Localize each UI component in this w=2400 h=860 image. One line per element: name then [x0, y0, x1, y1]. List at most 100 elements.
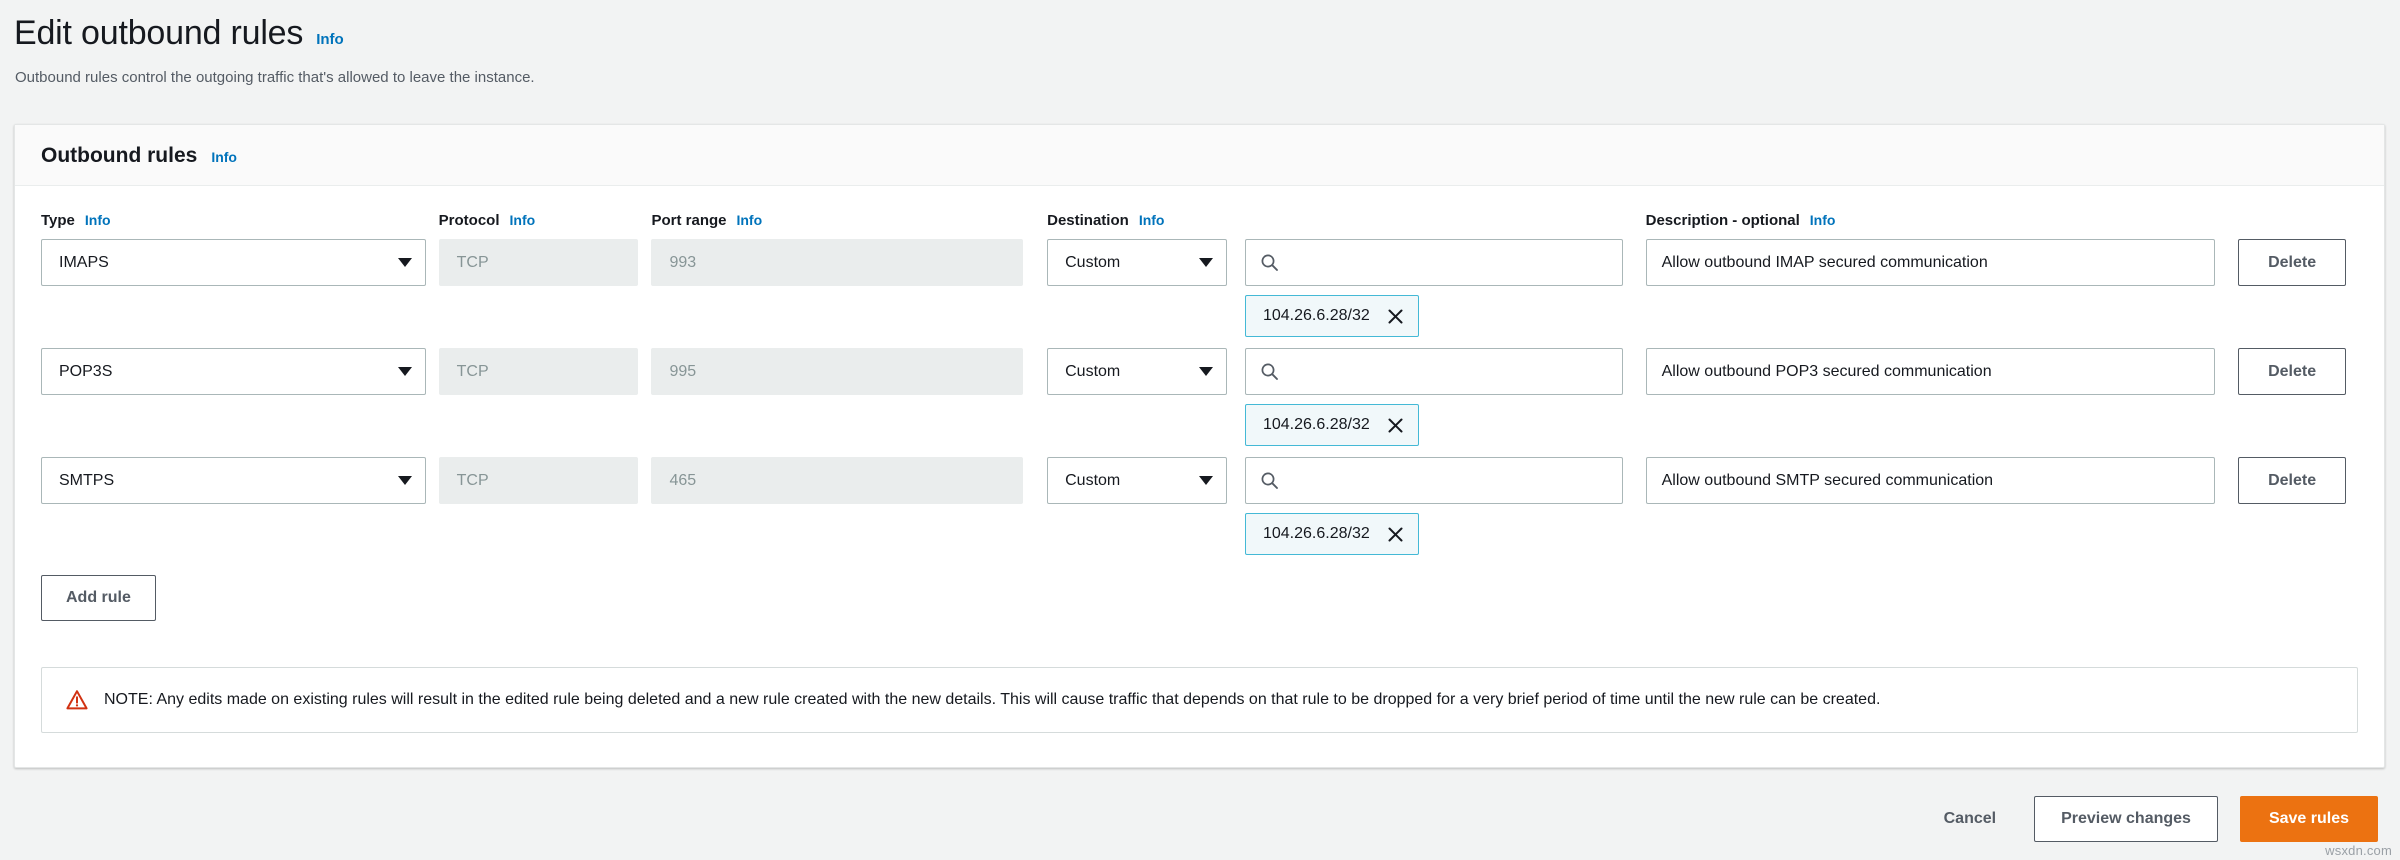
destination-token[interactable]: 104.26.6.28/32: [1245, 404, 1419, 446]
outbound-rules-panel: Outbound rules Info Type Info Protocol I…: [14, 124, 2385, 768]
rule-port-range-input: 993: [651, 239, 1023, 286]
search-icon: [1260, 362, 1279, 381]
column-header-destination-info-link[interactable]: Info: [1139, 212, 1165, 228]
chevron-down-icon: [1199, 476, 1213, 485]
destination-search-input[interactable]: [1245, 239, 1623, 286]
rule-protocol-value: TCP: [457, 363, 489, 381]
rule-type-value: SMTPS: [59, 472, 114, 490]
chevron-down-icon: [1199, 258, 1213, 267]
rule-type-value: POP3S: [59, 363, 112, 381]
rule-destination-search-field: 104.26.6.28/32: [1245, 348, 1623, 446]
column-header-type-info-link[interactable]: Info: [85, 212, 111, 228]
note-text: NOTE: Any edits made on existing rules w…: [104, 690, 1880, 711]
chevron-down-icon: [1199, 367, 1213, 376]
rule-destination-kind-value: Custom: [1065, 254, 1120, 272]
rule-port-range-input: 465: [651, 457, 1023, 504]
table-row: POP3S TCP 995 Custom: [41, 348, 2358, 446]
rule-delete-cell: Delete: [2238, 457, 2358, 504]
delete-rule-button[interactable]: Delete: [2238, 348, 2346, 395]
rule-protocol-field: TCP: [439, 457, 639, 504]
destination-search-input[interactable]: [1245, 457, 1623, 504]
column-header-port-range-label: Port range: [651, 212, 726, 229]
rule-destination-kind-select[interactable]: Custom: [1047, 457, 1227, 504]
rule-description-input[interactable]: Allow outbound POP3 secured communicatio…: [1646, 348, 2215, 395]
footer-actions: Cancel Preview changes Save rules: [1928, 796, 2378, 842]
column-header-protocol-info-link[interactable]: Info: [510, 212, 536, 228]
delete-rule-button[interactable]: Delete: [2238, 457, 2346, 504]
rule-description-field: Allow outbound IMAP secured communicatio…: [1646, 239, 2215, 286]
column-header-port-range: Port range Info: [651, 212, 1023, 229]
close-icon[interactable]: [1387, 308, 1404, 325]
search-icon: [1260, 253, 1279, 272]
rule-port-range-field: 993: [651, 239, 1023, 286]
page-title-row: Edit outbound rules Info: [14, 14, 2400, 53]
rule-description-input[interactable]: Allow outbound IMAP secured communicatio…: [1646, 239, 2215, 286]
table-row: SMTPS TCP 465 Custom: [41, 457, 2358, 555]
add-rule-row: Add rule: [41, 575, 2358, 627]
page-title-info-link[interactable]: Info: [316, 31, 344, 48]
rule-description-value: Allow outbound POP3 secured communicatio…: [1662, 364, 1992, 380]
panel-header: Outbound rules Info: [15, 125, 2384, 186]
rule-type-field: IMAPS: [41, 239, 426, 286]
chevron-down-icon: [398, 258, 412, 267]
rule-type-select[interactable]: POP3S: [41, 348, 426, 395]
column-header-port-range-info-link[interactable]: Info: [736, 212, 762, 228]
search-icon: [1260, 471, 1279, 490]
close-icon[interactable]: [1387, 526, 1404, 543]
rule-destination-kind-select[interactable]: Custom: [1047, 239, 1227, 286]
destination-token-list: 104.26.6.28/32: [1245, 513, 1623, 555]
close-icon[interactable]: [1387, 417, 1404, 434]
column-header-description: Description - optional Info: [1646, 212, 2215, 229]
destination-search-input[interactable]: [1245, 348, 1623, 395]
rule-destination-kind-value: Custom: [1065, 363, 1120, 381]
rule-delete-cell: Delete: [2238, 239, 2358, 286]
page-title: Edit outbound rules: [14, 14, 303, 53]
chevron-down-icon: [398, 367, 412, 376]
destination-token[interactable]: 104.26.6.28/32: [1245, 513, 1419, 555]
rule-description-input[interactable]: Allow outbound SMTP secured communicatio…: [1646, 457, 2215, 504]
destination-token-label: 104.26.6.28/32: [1263, 416, 1370, 434]
delete-rule-button[interactable]: Delete: [2238, 239, 2346, 286]
rule-protocol-value: TCP: [457, 254, 489, 272]
column-header-type-label: Type: [41, 212, 75, 229]
rules-grid: Type Info Protocol Info Port range Info …: [41, 212, 2358, 555]
rule-port-range-field: 995: [651, 348, 1023, 395]
column-header-description-label: Description - optional: [1646, 212, 1800, 229]
column-header-row: Type Info Protocol Info Port range Info …: [41, 212, 2358, 229]
rule-destination-search-field: 104.26.6.28/32: [1245, 239, 1623, 337]
destination-token[interactable]: 104.26.6.28/32: [1245, 295, 1419, 337]
note-section: NOTE: Any edits made on existing rules w…: [15, 637, 2384, 767]
warning-icon: [66, 689, 88, 711]
table-row: IMAPS TCP 993 Custom: [41, 239, 2358, 337]
rule-type-select[interactable]: IMAPS: [41, 239, 426, 286]
column-header-description-info-link[interactable]: Info: [1810, 212, 1836, 228]
panel-body: Type Info Protocol Info Port range Info …: [15, 186, 2384, 637]
rule-port-range-input: 995: [651, 348, 1023, 395]
rule-type-field: SMTPS: [41, 457, 426, 504]
save-rules-button[interactable]: Save rules: [2240, 796, 2378, 842]
column-header-type: Type Info: [41, 212, 426, 229]
panel-title-info-link[interactable]: Info: [211, 149, 237, 165]
destination-token-list: 104.26.6.28/32: [1245, 404, 1623, 446]
cancel-button[interactable]: Cancel: [1928, 796, 2012, 842]
rule-protocol-field: TCP: [439, 348, 639, 395]
rule-protocol-input: TCP: [439, 239, 639, 286]
preview-changes-button[interactable]: Preview changes: [2034, 796, 2218, 842]
rule-delete-cell: Delete: [2238, 348, 2358, 395]
rule-port-range-field: 465: [651, 457, 1023, 504]
panel-title: Outbound rules: [41, 144, 197, 167]
rule-protocol-value: TCP: [457, 472, 489, 490]
rule-type-select[interactable]: SMTPS: [41, 457, 426, 504]
rule-port-range-value: 995: [669, 363, 696, 381]
note-alert: NOTE: Any edits made on existing rules w…: [41, 667, 2358, 733]
add-rule-button[interactable]: Add rule: [41, 575, 156, 621]
rule-destination-kind-value: Custom: [1065, 472, 1120, 490]
rule-destination-kind-field: Custom: [1047, 348, 1227, 395]
rule-destination-search-field: 104.26.6.28/32: [1245, 457, 1623, 555]
rule-port-range-value: 465: [669, 472, 696, 490]
rule-protocol-input: TCP: [439, 457, 639, 504]
rule-description-value: Allow outbound IMAP secured communicatio…: [1662, 255, 1988, 271]
rule-destination-kind-select[interactable]: Custom: [1047, 348, 1227, 395]
watermark: wsxdn.com: [2325, 843, 2392, 858]
column-header-protocol: Protocol Info: [439, 212, 639, 229]
